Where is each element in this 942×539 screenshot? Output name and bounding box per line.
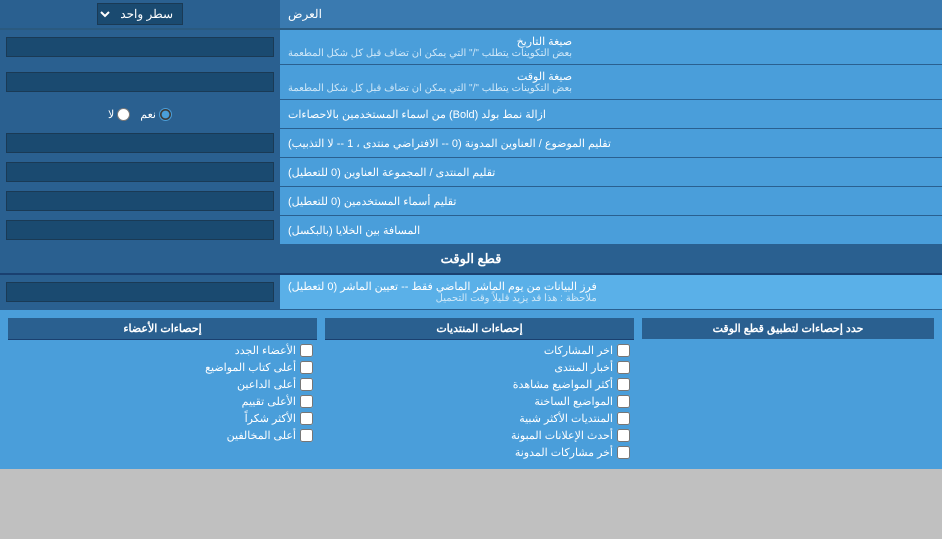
users-order-label: تقليم أسماء المستخدمين (0 للتعطيل) xyxy=(280,187,942,215)
stats-forums-col: إحصاءات المنتديات اخر المشاركات أخبار ال… xyxy=(321,314,638,465)
checkbox-top-inviters[interactable] xyxy=(300,378,313,391)
topics-order-input-wrap: 33 xyxy=(0,129,280,157)
checkbox-forum-news[interactable] xyxy=(617,361,630,374)
bold-radio-no[interactable] xyxy=(117,108,130,121)
list-item: الأعلى تقييم xyxy=(8,393,317,410)
bold-radio-yes[interactable] xyxy=(159,108,172,121)
checkbox-most-viewed[interactable] xyxy=(617,378,630,391)
bold-radio-group: نعم لا xyxy=(108,108,172,121)
time-format-input[interactable]: H:i xyxy=(6,72,274,92)
display-dropdown[interactable]: سطر واحد سطرين ثلاثة أسطر xyxy=(97,3,183,25)
time-format-input-wrap: H:i xyxy=(0,65,280,99)
stats-section: حدد إحصاءات لتطبيق قطع الوقت إحصاءات الم… xyxy=(0,310,942,469)
list-item: اخر المشاركات xyxy=(325,342,634,359)
gap-label: المسافة بين الخلايا (بالبكسل) xyxy=(280,216,942,244)
main-container: العرض سطر واحد سطرين ثلاثة أسطر صيغة الت… xyxy=(0,0,942,469)
list-item: الأعضاء الجدد xyxy=(8,342,317,359)
bold-remove-input-wrap: نعم لا xyxy=(0,100,280,128)
checkbox-new-members[interactable] xyxy=(300,344,313,357)
users-order-input-wrap: 0 xyxy=(0,187,280,215)
cut-time-header: قطع الوقت xyxy=(0,245,942,275)
users-order-input[interactable]: 0 xyxy=(6,191,274,211)
topics-order-label: تقليم الموضوع / العناوين المدونة (0 -- ا… xyxy=(280,129,942,157)
display-input: سطر واحد سطرين ثلاثة أسطر xyxy=(0,0,280,28)
checkbox-most-similar[interactable] xyxy=(617,412,630,425)
bold-remove-row: ازالة نمط بولد (Bold) من اسماء المستخدمي… xyxy=(0,100,942,129)
stats-members-header: إحصاءات الأعضاء xyxy=(8,318,317,340)
time-format-row: صيغة الوقت بعض التكوينات يتطلب "/" التي … xyxy=(0,65,942,100)
stats-right-header: حدد إحصاءات لتطبيق قطع الوقت xyxy=(642,318,934,339)
checkbox-last-posts[interactable] xyxy=(617,344,630,357)
topics-order-row: تقليم الموضوع / العناوين المدونة (0 -- ا… xyxy=(0,129,942,158)
stats-grid: حدد إحصاءات لتطبيق قطع الوقت إحصاءات الم… xyxy=(4,314,938,465)
display-row: العرض سطر واحد سطرين ثلاثة أسطر xyxy=(0,0,942,30)
gap-input-wrap: 2 xyxy=(0,216,280,244)
cut-time-input[interactable]: 0 xyxy=(6,282,274,302)
list-item: أعلى الداعين xyxy=(8,376,317,393)
list-item: الأكثر شكراً xyxy=(8,410,317,427)
list-item: أكثر المواضيع مشاهدة xyxy=(325,376,634,393)
bold-radio-no-label[interactable]: لا xyxy=(108,108,130,121)
list-item: المنتديات الأكثر شبية xyxy=(325,410,634,427)
gap-input[interactable]: 2 xyxy=(6,220,274,240)
list-item: أعلى المخالفين xyxy=(8,427,317,444)
checkbox-highest-rated[interactable] xyxy=(300,395,313,408)
date-format-input-wrap: d-m xyxy=(0,30,280,64)
stats-right-col: حدد إحصاءات لتطبيق قطع الوقت xyxy=(638,314,938,465)
checkbox-top-writers[interactable] xyxy=(300,361,313,374)
checkbox-most-thanked[interactable] xyxy=(300,412,313,425)
cut-time-row: فرز البيانات من يوم الماشر الماضي فقط --… xyxy=(0,275,942,310)
time-format-label: صيغة الوقت بعض التكوينات يتطلب "/" التي … xyxy=(280,65,942,99)
list-item: المواضيع الساخنة xyxy=(325,393,634,410)
list-item: أعلى كتاب المواضيع xyxy=(8,359,317,376)
bold-remove-label: ازالة نمط بولد (Bold) من اسماء المستخدمي… xyxy=(280,100,942,128)
checkbox-latest-announcements[interactable] xyxy=(617,429,630,442)
checkbox-top-violators[interactable] xyxy=(300,429,313,442)
forum-order-label: تقليم المنتدى / المجموعة العناوين (0 للت… xyxy=(280,158,942,186)
list-item: أخر مشاركات المدونة xyxy=(325,444,634,461)
forum-order-input-wrap: 33 xyxy=(0,158,280,186)
gap-row: المسافة بين الخلايا (بالبكسل) 2 xyxy=(0,216,942,245)
stats-forums-header: إحصاءات المنتديات xyxy=(325,318,634,340)
topics-order-input[interactable]: 33 xyxy=(6,133,274,153)
display-label: العرض xyxy=(280,0,942,28)
cut-time-label: فرز البيانات من يوم الماشر الماضي فقط --… xyxy=(280,275,942,309)
date-format-label: صيغة التاريخ بعض التكوينات يتطلب "/" الت… xyxy=(280,30,942,64)
checkbox-blog-posts[interactable] xyxy=(617,446,630,459)
checkbox-hot-topics[interactable] xyxy=(617,395,630,408)
list-item: أحدث الإعلانات المبونة xyxy=(325,427,634,444)
forum-order-row: تقليم المنتدى / المجموعة العناوين (0 للت… xyxy=(0,158,942,187)
bold-radio-yes-label[interactable]: نعم xyxy=(140,108,172,121)
date-format-row: صيغة التاريخ بعض التكوينات يتطلب "/" الت… xyxy=(0,30,942,65)
list-item: أخبار المنتدى xyxy=(325,359,634,376)
cut-time-input-wrap: 0 xyxy=(0,275,280,309)
stats-members-col: إحصاءات الأعضاء الأعضاء الجدد أعلى كتاب … xyxy=(4,314,321,465)
date-format-input[interactable]: d-m xyxy=(6,37,274,57)
forum-order-input[interactable]: 33 xyxy=(6,162,274,182)
users-order-row: تقليم أسماء المستخدمين (0 للتعطيل) 0 xyxy=(0,187,942,216)
